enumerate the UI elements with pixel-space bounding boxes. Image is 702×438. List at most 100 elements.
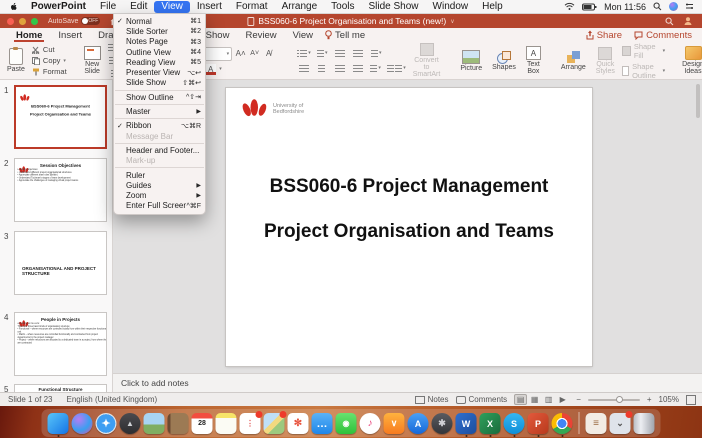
indent-decrease-icon[interactable] [334,48,347,59]
zoom-slider[interactable] [587,395,640,403]
slide-thumbnail-4[interactable]: 4 People in Projects According to the APM:… [0,312,112,376]
dock-icon-skype[interactable]: S [503,413,525,437]
minimize-window-button[interactable] [19,17,26,25]
menu-item-normal[interactable]: ✓ Normal ⌘1 [114,16,205,26]
menubar-item-tools[interactable]: Tools [324,1,361,13]
line-spacing-icon[interactable]: ▾ [369,63,382,74]
language-indicator[interactable]: English (United Kingdom) [66,395,157,404]
autosave-toggle[interactable]: OFF [81,17,101,25]
siri-icon[interactable] [669,2,678,11]
dock-icon-facetime[interactable]: ◉ [335,413,357,434]
dock-icon-powerpoint[interactable]: P [527,413,549,437]
tab-view[interactable]: View [285,28,321,42]
menu-item-reading-view[interactable]: Reading View ⌘5 [114,57,205,67]
slide-thumbnail-5[interactable]: 5 Functional Structure [0,384,112,392]
menubar-item-slide-show[interactable]: Slide Show [362,1,426,13]
quick-styles-button[interactable]: Quick Styles [593,46,618,76]
menu-item-ribbon[interactable]: ✓ Ribbon ⌥⌘R [114,121,205,131]
tab-home[interactable]: Home [8,28,50,42]
menu-item-enter-full-screen[interactable]: Enter Full Screen ^⌘F [114,201,205,211]
fit-slide-to-window-button[interactable] [686,394,696,405]
menubar-item-window[interactable]: Window [426,1,476,13]
menu-item-slide-sorter[interactable]: Slide Sorter ⌘2 [114,26,205,36]
dock-icon-system-preferences[interactable]: ✱ [431,413,453,434]
comments-button[interactable]: Comments [634,30,692,41]
copy-button[interactable]: Copy ▾ [31,56,67,65]
menu-item-zoom[interactable]: Zoom ▶ [114,190,205,200]
dock-icon-trash[interactable] [633,413,655,434]
close-window-button[interactable] [7,17,14,25]
slide-canvas[interactable]: University of Bedfordshire BSS060-6 Proje… [226,88,592,366]
zoom-out-button[interactable]: − [576,395,581,404]
design-ideas-button[interactable]: Design Ideas [679,45,702,76]
cut-button[interactable]: Cut [31,45,67,54]
dock-icon-calendar[interactable]: 28 [191,413,213,434]
dock-icon-finder[interactable] [47,413,69,437]
dock-icon-excel[interactable]: X [479,413,501,437]
menu-item-presenter-view[interactable]: Presenter View ⌥↩ [114,67,205,77]
document-title-area[interactable]: BSS060-6 Project Organisation and Teams … [247,16,455,26]
dock-icon-messages[interactable]: … [311,413,333,434]
menubar-clock[interactable]: Mon 11:56 [604,2,646,12]
convert-smartart-button[interactable]: Convert to SmartArt [410,42,444,79]
account-icon[interactable] [683,16,693,26]
text-box-button[interactable]: A Text Box [523,45,544,76]
dock-icon-launchpad[interactable]: ▲ [119,413,141,434]
menubar-item-help[interactable]: Help [475,1,510,13]
paste-button[interactable]: Paste [4,47,28,74]
menu-item-notes-page[interactable]: Notes Page ⌘3 [114,37,205,47]
picture-button[interactable]: Picture [457,49,485,73]
increase-font-icon[interactable]: A˄ [235,48,246,59]
zoom-in-button[interactable]: + [647,395,652,404]
reading-view-button[interactable]: ▥ [542,394,555,405]
slide-thumbnail-3[interactable]: 3 ORGANISATIONAL AND PROJECT STRUCTURE [0,231,112,295]
menubar-item-file[interactable]: File [93,1,123,13]
tab-review[interactable]: Review [237,28,284,42]
menubar-item-insert[interactable]: Insert [190,1,229,13]
thumbnail-preview[interactable]: People in Projects According to the APM: … [14,312,107,376]
numbering-icon[interactable]: ▾ [316,48,329,59]
arrange-button[interactable]: Arrange [558,50,589,72]
menu-item-slide-show[interactable]: Slide Show ⇧⌘↩ [114,78,205,88]
slide-sorter-view-button[interactable]: ▦ [528,394,541,405]
slide-number-indicator[interactable]: Slide 1 of 23 [8,395,52,404]
menubar-item-arrange[interactable]: Arrange [275,1,325,13]
thumbnail-preview[interactable]: Session Objectives Learning Objectives: •… [14,158,107,222]
menu-item-outline-view[interactable]: Outline View ⌘4 [114,47,205,57]
slide-title-line1[interactable]: BSS060-6 Project Management [226,176,592,198]
indent-increase-icon[interactable] [352,48,365,59]
thumbnail-preview[interactable]: BSS060-6 Project Management Project Organ… [14,85,107,149]
slideshow-view-button[interactable]: ▶ [556,394,569,405]
battery-icon[interactable] [582,3,597,11]
notification-center-icon[interactable] [685,2,694,11]
tell-me-button[interactable]: Tell me [325,30,365,41]
font-size-select[interactable]: ▾ [202,46,233,61]
dock-icon-documents-stack[interactable]: ≡ [585,413,607,434]
shape-outline-button[interactable]: Shape Outline ▾ [621,62,665,80]
menu-item-header-and-footer[interactable]: Header and Footer... [114,145,205,155]
columns-icon[interactable]: ▾ [387,63,406,74]
wifi-icon[interactable] [564,2,575,11]
dock-icon-music[interactable]: ♪ [359,413,381,434]
font-color-icon[interactable]: A [205,63,217,75]
dock-icon-app-store[interactable]: A [407,413,429,434]
menu-item-show-outline[interactable]: Show Outline ^⇧⇥ [114,92,205,102]
apple-menu-icon[interactable] [9,2,18,11]
dock-icon-word[interactable]: W [455,413,477,437]
thumbnail-preview[interactable]: Functional Structure [14,384,107,392]
dock-icon-downloads-stack[interactable]: ⌄ [609,411,633,434]
decrease-font-icon[interactable]: A˅ [249,48,260,59]
slide-thumbnail-2[interactable]: 2 Session Objectives Learning Objectives: … [0,158,112,222]
new-slide-button[interactable]: New Slide [81,45,104,76]
clear-format-icon[interactable]: A̸ [263,48,274,59]
dock-icon-reminders[interactable]: ⋮ [239,411,263,434]
zoom-window-button[interactable] [31,17,38,25]
slide-thumbnail-1[interactable]: 1 BSS060-6 Project Management Project Orga… [0,85,112,149]
dock-icon-books[interactable]: ∨ [383,413,405,434]
dock-icon-maps[interactable] [263,411,287,434]
bullets-icon[interactable]: ▾ [297,48,311,59]
align-right-icon[interactable] [333,63,346,74]
search-icon[interactable] [665,17,674,26]
notes-toggle-button[interactable]: Notes [414,395,449,404]
menubar-item-format[interactable]: Format [229,1,275,13]
